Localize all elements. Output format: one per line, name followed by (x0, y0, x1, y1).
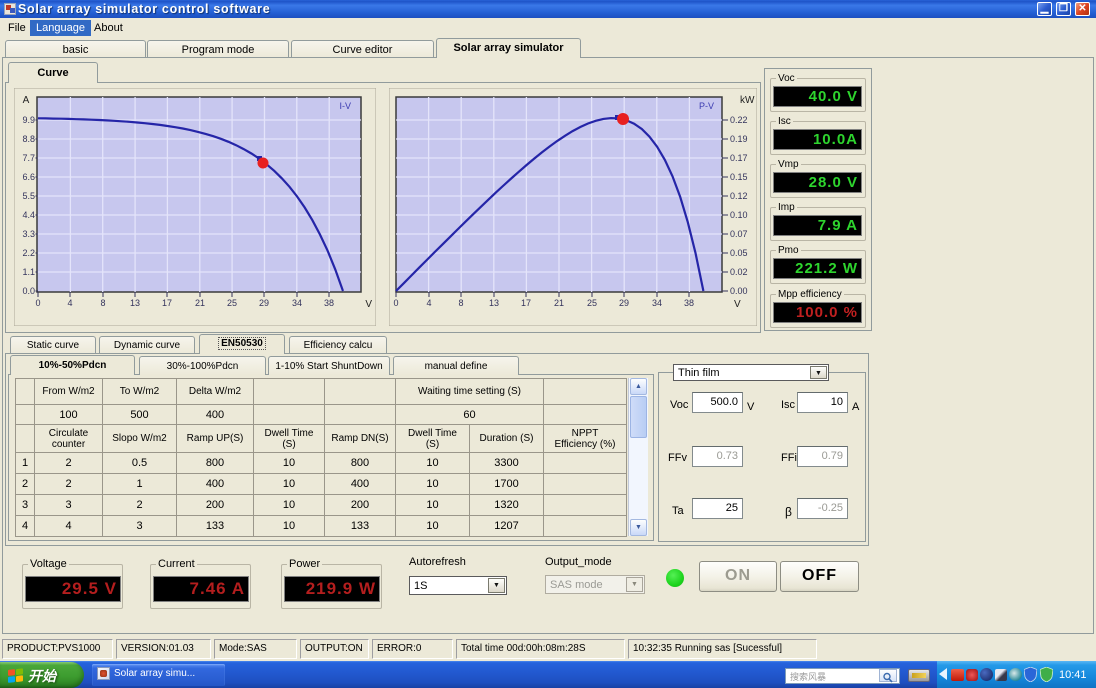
svg-text:I-V: I-V (339, 101, 351, 111)
svg-text:A: A (23, 95, 30, 106)
svg-text:2.2: 2.2 (22, 248, 35, 258)
svg-text:17: 17 (521, 298, 531, 308)
svg-text:17: 17 (162, 298, 172, 308)
svg-text:34: 34 (292, 298, 302, 308)
svg-text:kW: kW (740, 95, 755, 106)
svg-text:8.8: 8.8 (22, 134, 35, 144)
svg-text:21: 21 (554, 298, 564, 308)
svg-text:21: 21 (195, 298, 205, 308)
svg-text:38: 38 (324, 298, 334, 308)
svg-text:25: 25 (587, 298, 597, 308)
svg-text:0.07: 0.07 (730, 229, 748, 239)
svg-text:0.17: 0.17 (730, 153, 748, 163)
svg-text:0.02: 0.02 (730, 267, 748, 277)
svg-text:0.19: 0.19 (730, 134, 748, 144)
svg-text:8: 8 (100, 298, 105, 308)
svg-text:0.15: 0.15 (730, 172, 748, 182)
svg-text:4: 4 (67, 298, 72, 308)
svg-text:0: 0 (35, 298, 40, 308)
svg-text:0.05: 0.05 (730, 248, 748, 258)
svg-text:7.7: 7.7 (22, 153, 35, 163)
svg-text:0.0: 0.0 (22, 286, 35, 296)
svg-text:P-V: P-V (699, 101, 714, 111)
svg-text:1.1: 1.1 (22, 267, 35, 277)
svg-text:4.4: 4.4 (22, 210, 35, 220)
svg-text:38: 38 (684, 298, 694, 308)
svg-text:0.00: 0.00 (730, 286, 748, 296)
svg-text:29: 29 (259, 298, 269, 308)
svg-text:3.3: 3.3 (22, 229, 35, 239)
svg-text:0.12: 0.12 (730, 191, 748, 201)
svg-text:8: 8 (458, 298, 463, 308)
svg-text:V: V (365, 299, 372, 310)
svg-text:4: 4 (426, 298, 431, 308)
svg-text:V: V (734, 299, 741, 310)
svg-text:0.22: 0.22 (730, 115, 748, 125)
svg-text:6.6: 6.6 (22, 172, 35, 182)
svg-text:5.5: 5.5 (22, 191, 35, 201)
svg-text:34: 34 (652, 298, 662, 308)
svg-text:25: 25 (227, 298, 237, 308)
svg-text:0: 0 (393, 298, 398, 308)
svg-text:9.9: 9.9 (22, 115, 35, 125)
svg-text:13: 13 (130, 298, 140, 308)
svg-text:29: 29 (619, 298, 629, 308)
svg-text:0.10: 0.10 (730, 210, 748, 220)
svg-text:13: 13 (489, 298, 499, 308)
